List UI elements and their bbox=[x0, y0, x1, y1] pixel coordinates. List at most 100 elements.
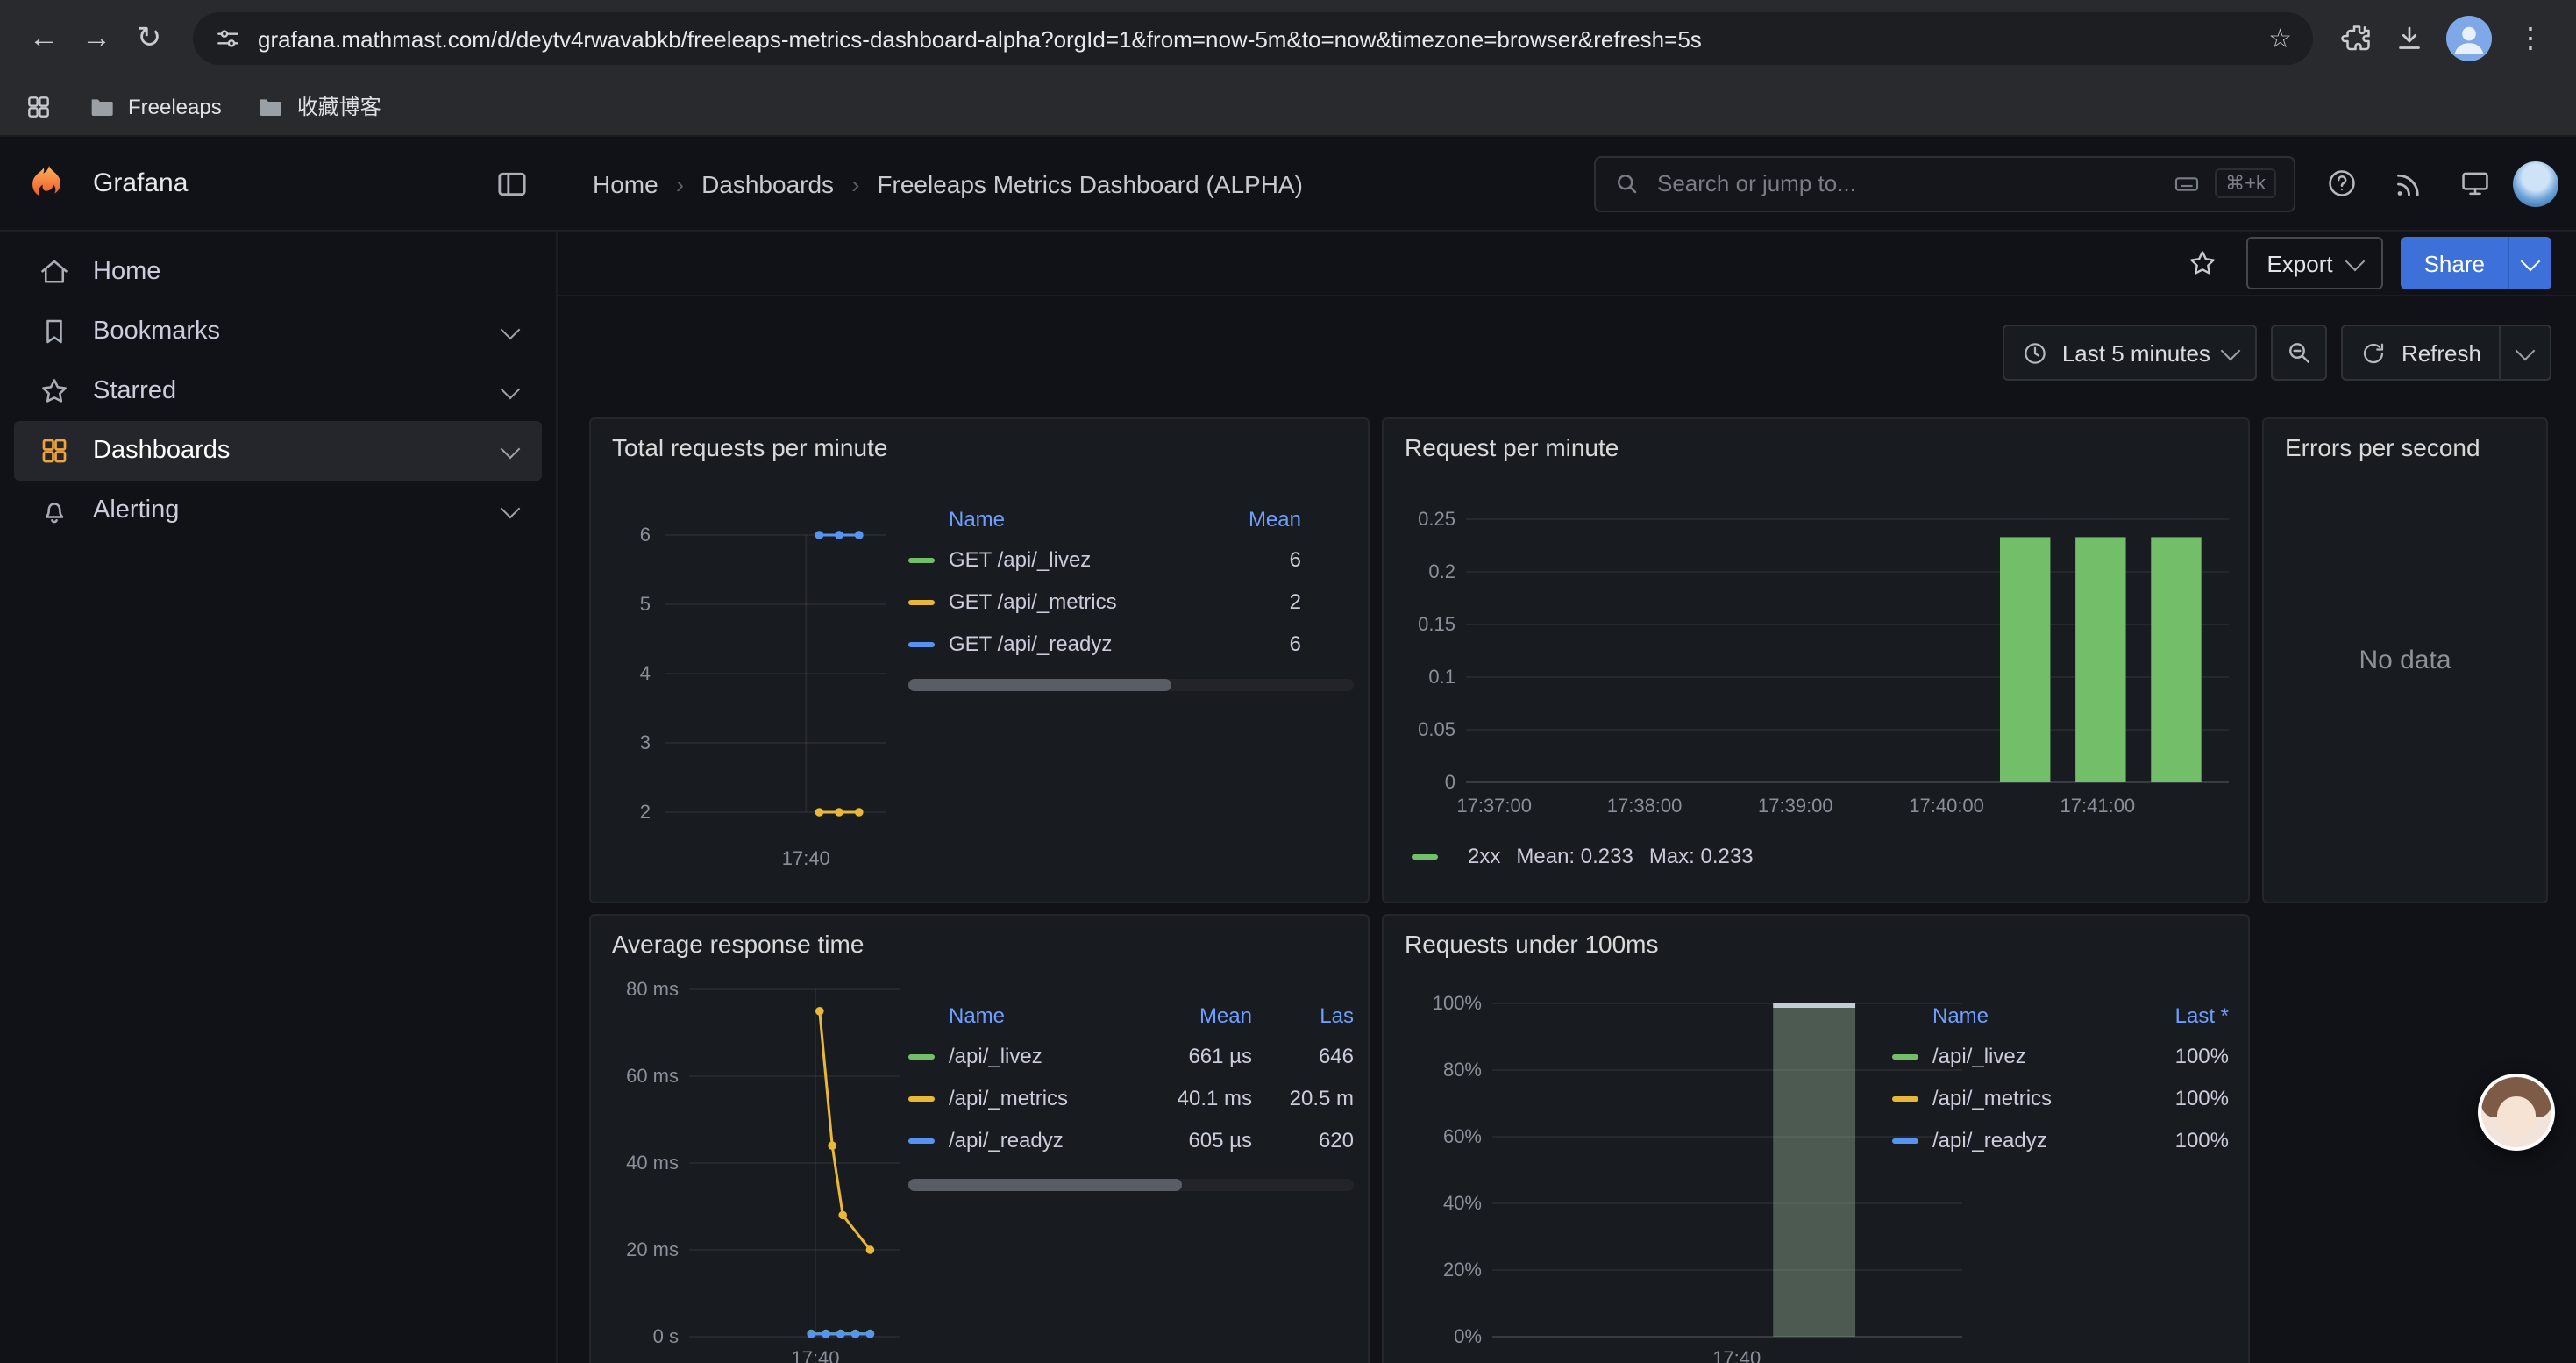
refresh-button[interactable]: Refresh bbox=[2342, 325, 2551, 381]
bookmark-star-icon[interactable]: ☆ bbox=[2268, 23, 2292, 54]
user-avatar[interactable] bbox=[2513, 161, 2558, 206]
news-rss-icon[interactable] bbox=[2380, 155, 2436, 211]
monitor-icon[interactable] bbox=[2446, 155, 2502, 211]
extensions-icon[interactable] bbox=[2341, 23, 2373, 54]
export-button[interactable]: Export bbox=[2245, 237, 2383, 289]
chevron-down-icon[interactable] bbox=[501, 379, 521, 399]
legend-row[interactable]: GET /api/_readyz 6 bbox=[908, 623, 1354, 665]
panel-errors-per-second[interactable]: Errors per second No data bbox=[2262, 417, 2548, 903]
panel-requests-under-100ms[interactable]: Requests under 100ms 100%80%60%40%20%0%1… bbox=[1382, 914, 2250, 1363]
downloads-icon[interactable] bbox=[2394, 23, 2425, 54]
panel-title[interactable]: Total requests per minute bbox=[612, 433, 887, 461]
screen: ← → ↻ grafana.mathmast.com/d/deytv4rwava… bbox=[0, 0, 2576, 1363]
chevron-down-icon[interactable] bbox=[501, 439, 521, 459]
total-requests-chart[interactable]: 6543217:40 bbox=[601, 496, 903, 886]
request-per-minute-chart[interactable]: 0.250.20.150.10.05017:37:0017:38:0017:39… bbox=[1394, 489, 2241, 861]
svg-text:80 ms: 80 ms bbox=[626, 978, 679, 1000]
legend-row[interactable]: GET /api/_livez 6 bbox=[908, 539, 1354, 581]
panel-title[interactable]: Requests under 100ms bbox=[1405, 930, 1659, 958]
assistant-avatar[interactable] bbox=[2478, 1074, 2555, 1151]
legend-mean-header[interactable]: Mean bbox=[1189, 507, 1301, 532]
search-input[interactable] bbox=[1654, 168, 2159, 198]
favorite-star-icon[interactable] bbox=[2175, 237, 2228, 289]
bookmark-folder-blogs[interactable]: 收藏博客 bbox=[257, 91, 381, 121]
legend-last-value: 100% bbox=[2124, 1086, 2229, 1110]
grafana-header: Grafana Home › Dashboards › Freeleaps Me… bbox=[0, 137, 2576, 232]
chevron-down-icon[interactable] bbox=[501, 498, 521, 518]
panel-total-requests[interactable]: Total requests per minute 6543217:40 Nam… bbox=[589, 417, 1370, 903]
sidebar-item-starred[interactable]: Starred bbox=[14, 361, 542, 421]
share-dropdown[interactable] bbox=[2508, 237, 2551, 289]
grafana-logo[interactable] bbox=[28, 162, 70, 204]
export-label: Export bbox=[2266, 250, 2332, 276]
legend-last-header[interactable]: Las bbox=[1252, 1003, 1354, 1028]
legend-last-header[interactable]: Last * bbox=[2124, 1003, 2229, 1028]
chevron-down-icon[interactable] bbox=[2516, 340, 2536, 360]
forward-button[interactable]: → bbox=[70, 12, 123, 65]
sidebar-item-home[interactable]: Home bbox=[14, 242, 542, 302]
series-swatch bbox=[908, 599, 935, 604]
legend-row[interactable]: /api/_livez 661 µs 646 bbox=[908, 1035, 1354, 1077]
time-range-picker[interactable]: Last 5 minutes bbox=[2003, 325, 2258, 381]
breadcrumb-current: Freeleaps Metrics Dashboard (ALPHA) bbox=[877, 169, 1303, 197]
dock-menu-icon[interactable] bbox=[495, 166, 530, 201]
panel-title[interactable]: Request per minute bbox=[1405, 433, 1619, 461]
svg-text:0%: 0% bbox=[1454, 1325, 1482, 1347]
legend-mean-header[interactable]: Mean bbox=[1143, 1003, 1252, 1028]
legend-row[interactable]: /api/_metrics 40.1 ms 20.5 m bbox=[908, 1077, 1354, 1119]
series-name: /api/_livez bbox=[1932, 1044, 2026, 1068]
dashboard-actions: Export Share bbox=[558, 232, 2576, 296]
browser-menu-icon[interactable]: ⋮ bbox=[2513, 21, 2548, 56]
svg-text:20%: 20% bbox=[1443, 1259, 1482, 1281]
legend-last-value: 20.5 m bbox=[1252, 1086, 1354, 1110]
reload-button[interactable]: ↻ bbox=[123, 12, 175, 65]
legend-mean-value: 661 µs bbox=[1143, 1044, 1252, 1068]
sidebar: Home Bookmarks Starred bbox=[0, 232, 558, 1363]
legend-name-header[interactable]: Name bbox=[1892, 1003, 2124, 1028]
breadcrumb-home[interactable]: Home bbox=[593, 169, 658, 197]
panel-request-per-minute[interactable]: Request per minute 0.250.20.150.10.05017… bbox=[1382, 417, 2250, 903]
sidebar-item-alerting[interactable]: Alerting bbox=[14, 481, 542, 540]
profile-avatar[interactable] bbox=[2446, 16, 2492, 61]
avg-response-time-chart[interactable]: 80 ms60 ms40 ms20 ms0 s17:40 bbox=[598, 968, 910, 1363]
home-icon bbox=[39, 256, 70, 288]
reload-icon: ↻ bbox=[137, 21, 162, 56]
legend-row[interactable]: /api/_livez 100% bbox=[1892, 1035, 2229, 1077]
share-button[interactable]: Share bbox=[2402, 237, 2551, 289]
series-swatch bbox=[908, 1095, 935, 1101]
panel-avg-response-time[interactable]: Average response time 80 ms60 ms40 ms20 … bbox=[589, 914, 1370, 1363]
legend-scrollbar[interactable] bbox=[908, 679, 1354, 691]
series-swatch bbox=[908, 1138, 935, 1143]
back-button[interactable]: ← bbox=[18, 12, 70, 65]
legend-row[interactable]: /api/_readyz 605 µs 620 bbox=[908, 1119, 1354, 1161]
apps-grid-icon[interactable] bbox=[25, 92, 53, 120]
series-swatch bbox=[1892, 1053, 1918, 1059]
url-text[interactable]: grafana.mathmast.com/d/deytv4rwavabkb/fr… bbox=[258, 25, 2252, 52]
search-box[interactable]: ⌘+k bbox=[1594, 155, 2295, 211]
svg-text:17:39:00: 17:39:00 bbox=[1758, 795, 1833, 817]
bookmark-folder-freeleaps[interactable]: Freeleaps bbox=[88, 92, 222, 120]
legend-inline[interactable]: 2xx Mean: 0.233 Max: 0.233 bbox=[1412, 844, 1754, 868]
chevron-down-icon[interactable] bbox=[501, 319, 521, 339]
requests-under-100ms-chart[interactable]: 100%80%60%40%20%0%17:40 bbox=[1391, 968, 1973, 1363]
breadcrumb-dashboards[interactable]: Dashboards bbox=[701, 169, 834, 197]
legend-header: Name Mean bbox=[908, 500, 1354, 539]
sidebar-item-bookmarks[interactable]: Bookmarks bbox=[14, 302, 542, 361]
legend-row[interactable]: /api/_readyz 100% bbox=[1892, 1119, 2229, 1161]
time-range-label: Last 5 minutes bbox=[2062, 339, 2210, 366]
address-bar[interactable]: grafana.mathmast.com/d/deytv4rwavabkb/fr… bbox=[193, 12, 2313, 65]
sidebar-item-dashboards[interactable]: Dashboards bbox=[14, 421, 542, 481]
legend-name-header[interactable]: Name bbox=[908, 1003, 1143, 1028]
zoom-out-button[interactable] bbox=[2272, 325, 2328, 381]
panel-title[interactable]: Average response time bbox=[612, 930, 864, 958]
svg-text:0.25: 0.25 bbox=[1418, 508, 1455, 530]
series-name: /api/_metrics bbox=[1932, 1086, 2052, 1110]
series-name: GET /api/_readyz bbox=[949, 632, 1112, 656]
legend-row[interactable]: GET /api/_metrics 2 bbox=[908, 581, 1354, 623]
legend-row[interactable]: /api/_metrics 100% bbox=[1892, 1077, 2229, 1119]
help-icon[interactable] bbox=[2313, 155, 2369, 211]
site-settings-icon[interactable] bbox=[214, 25, 242, 53]
legend-last-value: 100% bbox=[2124, 1128, 2229, 1152]
legend-scrollbar[interactable] bbox=[908, 1179, 1354, 1191]
legend-name-header[interactable]: Name bbox=[908, 507, 1189, 532]
